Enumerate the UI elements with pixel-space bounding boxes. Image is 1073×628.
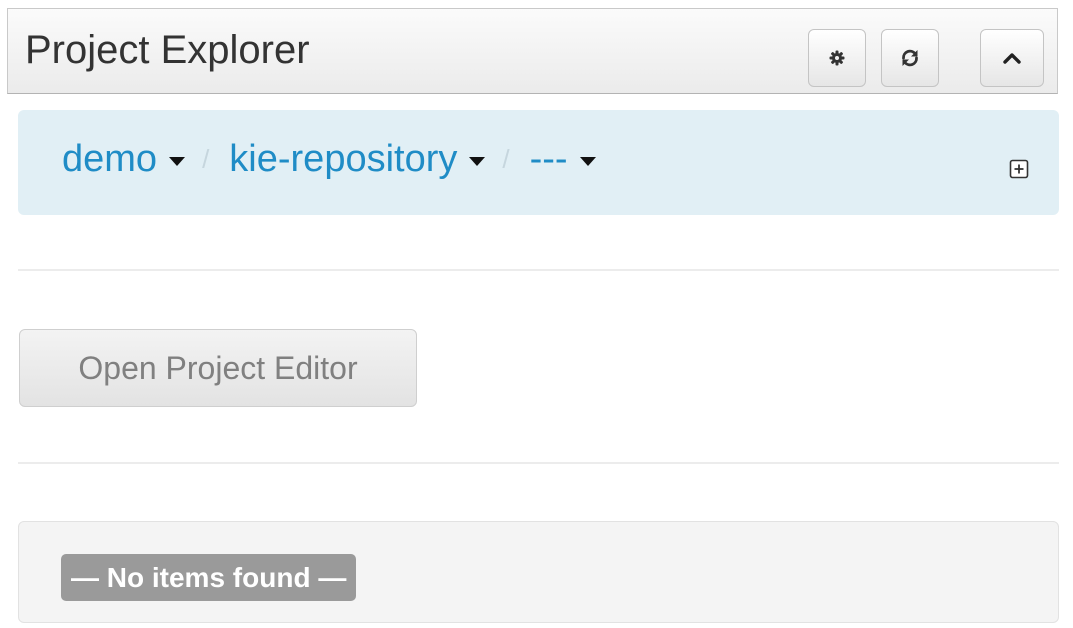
breadcrumb-item-label: --- [529, 138, 568, 180]
project-items-list: — No items found — [18, 521, 1059, 623]
breadcrumb-separator: / [202, 144, 210, 174]
gear-icon [829, 50, 845, 66]
breadcrumb-item-repository[interactable]: kie-repository [229, 138, 486, 181]
refresh-icon [900, 48, 920, 68]
refresh-button[interactable] [881, 29, 939, 87]
caret-down-icon [469, 157, 486, 166]
chevron-up-icon [1003, 52, 1021, 64]
breadcrumb-separator: / [502, 144, 510, 174]
empty-list-badge: — No items found — [61, 554, 357, 601]
breadcrumb-items: demo / kie-repository / --- [62, 138, 596, 181]
plus-square-icon[interactable] [1009, 159, 1029, 179]
breadcrumb-item-organization[interactable]: demo [62, 138, 186, 181]
project-explorer-panel: Project Explorer demo / kie-repository /… [0, 0, 1073, 628]
caret-down-icon [579, 157, 596, 166]
divider [18, 269, 1059, 271]
breadcrumb-item-project[interactable]: --- [530, 138, 596, 181]
settings-button[interactable] [808, 29, 866, 87]
caret-down-icon [169, 157, 186, 166]
breadcrumb-item-label: demo [62, 138, 158, 180]
panel-header: Project Explorer [7, 8, 1058, 94]
breadcrumb-item-label: kie-repository [229, 138, 458, 180]
panel-title: Project Explorer [25, 28, 310, 72]
open-project-editor-button[interactable]: Open Project Editor [19, 329, 417, 407]
collapse-button[interactable] [980, 29, 1044, 87]
divider [18, 462, 1059, 464]
breadcrumb: demo / kie-repository / --- [18, 110, 1059, 215]
